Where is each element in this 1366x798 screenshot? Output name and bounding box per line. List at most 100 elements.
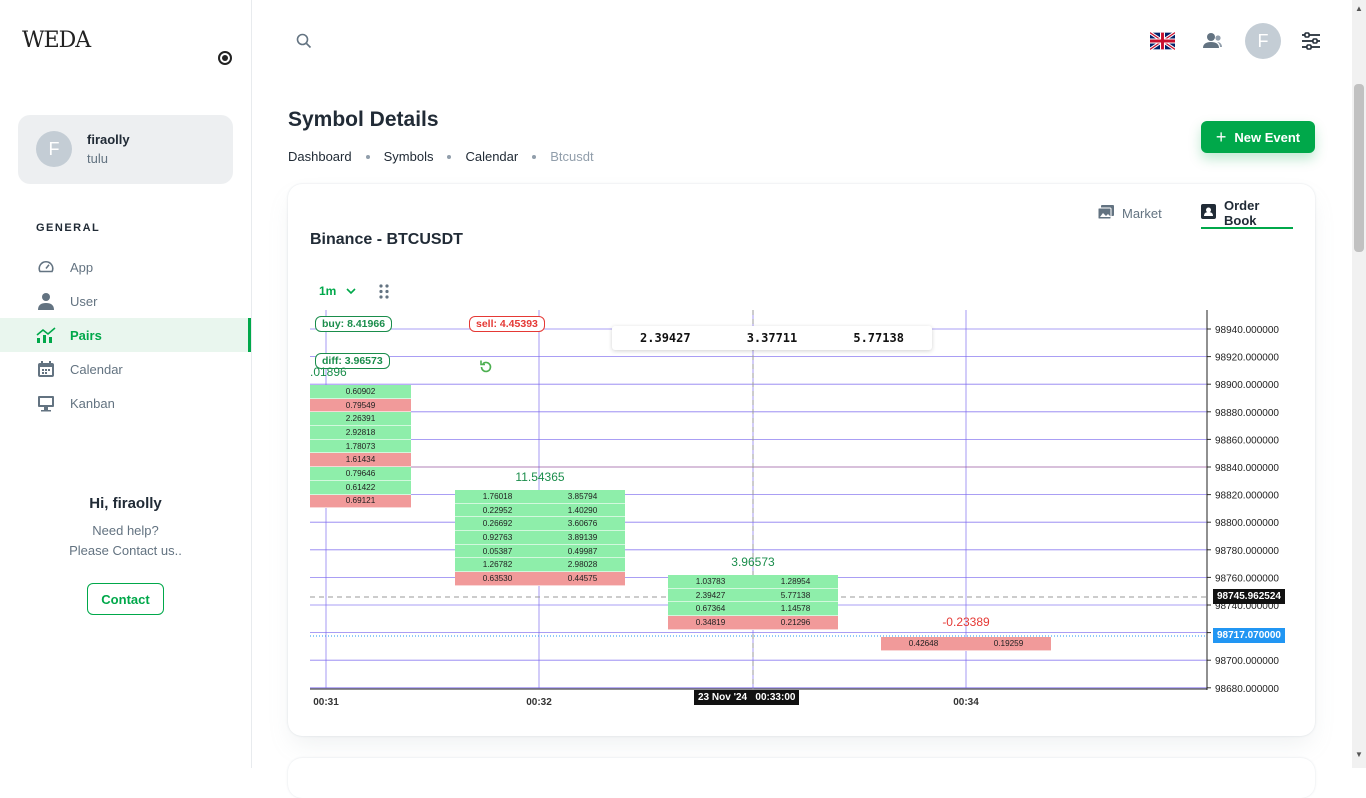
buy-volume-cell: 2.26391: [310, 412, 411, 427]
interval-value: 1m: [319, 284, 337, 298]
y-tick-label: 98760.000000: [1215, 573, 1279, 584]
breadcrumb-calendar[interactable]: Calendar: [465, 149, 518, 164]
page-scrollbar[interactable]: ▲ ▼: [1352, 0, 1366, 768]
buy-volume-cell: 1.76018: [455, 490, 540, 504]
chart-title: Binance - BTCUSDT: [310, 231, 463, 248]
buy-volume-cell: 1.28954: [753, 575, 838, 589]
orderbook-block[interactable]: 0.60902 0.79549 2.26391 2.92818 1.78073 1.614…: [310, 385, 411, 509]
buy-total-chip: buy: 8.41966: [315, 316, 393, 332]
y-tick-label: 98920.000000: [1215, 353, 1279, 364]
buy-volume-cell: 0.79646: [310, 467, 411, 481]
settings-sliders-icon[interactable]: [1301, 32, 1321, 55]
orderbook-row: 0.92763 3.89139: [455, 531, 625, 545]
sidebar-item-user[interactable]: User: [0, 284, 251, 318]
last-price-label: 98717.070000: [1213, 628, 1285, 643]
sell-volume-cell: 0.21296: [753, 616, 838, 630]
sell-volume-cell: 1.61434: [310, 453, 411, 468]
y-tick-label: 98800.000000: [1215, 518, 1279, 529]
buy-volume-cell: 0.49987: [540, 544, 625, 559]
sidebar-item-label: User: [70, 293, 98, 309]
tab-market[interactable]: Market: [1097, 198, 1162, 228]
buy-volume-cell: 1.14578: [753, 602, 838, 617]
buy-volume-cell: 3.89139: [540, 531, 625, 545]
breadcrumb-current: Btcusdt: [550, 149, 594, 164]
page-title: Symbol Details: [288, 108, 439, 131]
tab-label: Order Book: [1224, 197, 1260, 228]
sidebar-item-pairs[interactable]: Pairs: [0, 318, 251, 352]
buy-volume-cell: 1.40290: [540, 503, 625, 518]
orderbook-row: 1.61434: [310, 453, 411, 468]
orderbook-row: 0.42648 0.19259: [881, 637, 1051, 651]
buy-volume-cell: 1.78073: [310, 439, 411, 454]
sell-volume-cell: 0.19259: [966, 637, 1051, 651]
orderbook-row: 2.92818: [310, 426, 411, 440]
buy-volume-cell: 0.67364: [668, 602, 753, 617]
contact-button[interactable]: Contact: [87, 583, 164, 615]
orderbook-row: 0.61422: [310, 480, 411, 495]
summary-value: 2.39427: [640, 331, 691, 345]
sell-volume-cell: 0.63530: [455, 572, 540, 586]
buy-volume-cell: 5.77138: [753, 588, 838, 603]
sidebar-item-calendar[interactable]: Calendar: [0, 352, 251, 386]
uk-flag-icon[interactable]: [1149, 31, 1176, 51]
orderbook-row: 0.79549: [310, 398, 411, 413]
sell-total-chip: sell: 4.45393: [469, 316, 545, 332]
breadcrumb-separator: [365, 154, 370, 159]
scroll-up-icon[interactable]: ▲: [1355, 4, 1363, 13]
buy-volume-cell: 2.98028: [540, 558, 625, 573]
scroll-down-icon[interactable]: ▼: [1355, 750, 1363, 759]
summary-value: 5.77138: [853, 331, 904, 345]
orderbook-chart[interactable]: 98940.000000 98920.000000 98900.000000 9888…: [310, 310, 1285, 710]
y-tick-label: 98940.000000: [1215, 325, 1279, 336]
sidebar-item-app[interactable]: App: [0, 250, 251, 284]
buy-volume-cell: 1.03783: [668, 575, 753, 589]
sell-volume-cell: 0.44575: [540, 572, 625, 586]
breadcrumb-symbols[interactable]: Symbols: [384, 149, 434, 164]
orderbook-row: 1.26782 2.98028: [455, 558, 625, 573]
breadcrumb-dashboard[interactable]: Dashboard: [288, 149, 352, 164]
search-icon[interactable]: [296, 33, 312, 54]
user-card[interactable]: F firaolly tulu: [18, 115, 233, 184]
block-net-label: 3.96573: [731, 555, 775, 569]
y-tick-label: 98780.000000: [1215, 546, 1279, 557]
orderbook-block[interactable]: 1.03783 1.28954 2.39427 5.77138 0.67364 1.145…: [668, 575, 838, 630]
buy-volume-cell: 0.61422: [310, 480, 411, 495]
breadcrumb: Dashboard Symbols Calendar Btcusdt: [288, 149, 594, 164]
chevron-down-icon: [346, 284, 356, 298]
buy-volume-cell: 0.60902: [310, 385, 411, 399]
drag-handle-icon[interactable]: [379, 284, 389, 304]
help-text: Need help?: [92, 523, 159, 538]
y-tick-label: 98880.000000: [1215, 408, 1279, 419]
y-tick-label: 98820.000000: [1215, 491, 1279, 502]
crosshair-price-label: 98745.962524: [1213, 589, 1285, 604]
chart-icon: [36, 325, 56, 345]
y-tick-label: 98840.000000: [1215, 463, 1279, 474]
sidebar-item-kanban[interactable]: Kanban: [0, 386, 251, 420]
buy-volume-cell: 2.39427: [668, 588, 753, 603]
contacts-icon[interactable]: [1203, 32, 1223, 55]
logo[interactable]: WEDA: [22, 28, 91, 53]
sidebar-item-label: Pairs: [70, 327, 102, 343]
scrollbar-thumb[interactable]: [1354, 84, 1364, 252]
crosshair-time-label: 23 Nov '24 00:33:00: [694, 690, 800, 705]
new-event-button[interactable]: + New Event: [1201, 121, 1315, 153]
contact-book-icon: [1201, 203, 1216, 222]
user-subtitle: tulu: [87, 151, 108, 166]
sidebar-item-label: Calendar: [70, 361, 123, 377]
sidebar-item-label: Kanban: [70, 395, 115, 411]
y-tick-label: 98680.000000: [1215, 684, 1279, 695]
orderbook-row: 0.60902: [310, 385, 411, 399]
y-tick-label: 98860.000000: [1215, 435, 1279, 446]
account-avatar[interactable]: F: [1245, 23, 1281, 59]
orderbook-block[interactable]: 1.76018 3.85794 0.22952 1.40290 0.26692 3.606…: [455, 490, 625, 586]
summary-value: 3.37711: [746, 331, 798, 345]
tab-label: Market: [1122, 205, 1162, 221]
orderbook-block[interactable]: 0.42648 0.19259: [881, 637, 1051, 651]
orderbook-row: 0.67364 1.14578: [668, 602, 838, 617]
orderbook-row: 1.03783 1.28954: [668, 575, 838, 589]
tab-order-book[interactable]: Order Book: [1201, 198, 1293, 229]
interval-select[interactable]: 1m: [319, 284, 356, 298]
orderbook-row: 0.34819 0.21296: [668, 616, 838, 630]
sidebar-toggle-icon[interactable]: [218, 51, 232, 65]
buy-volume-cell: 2.92818: [310, 426, 411, 440]
